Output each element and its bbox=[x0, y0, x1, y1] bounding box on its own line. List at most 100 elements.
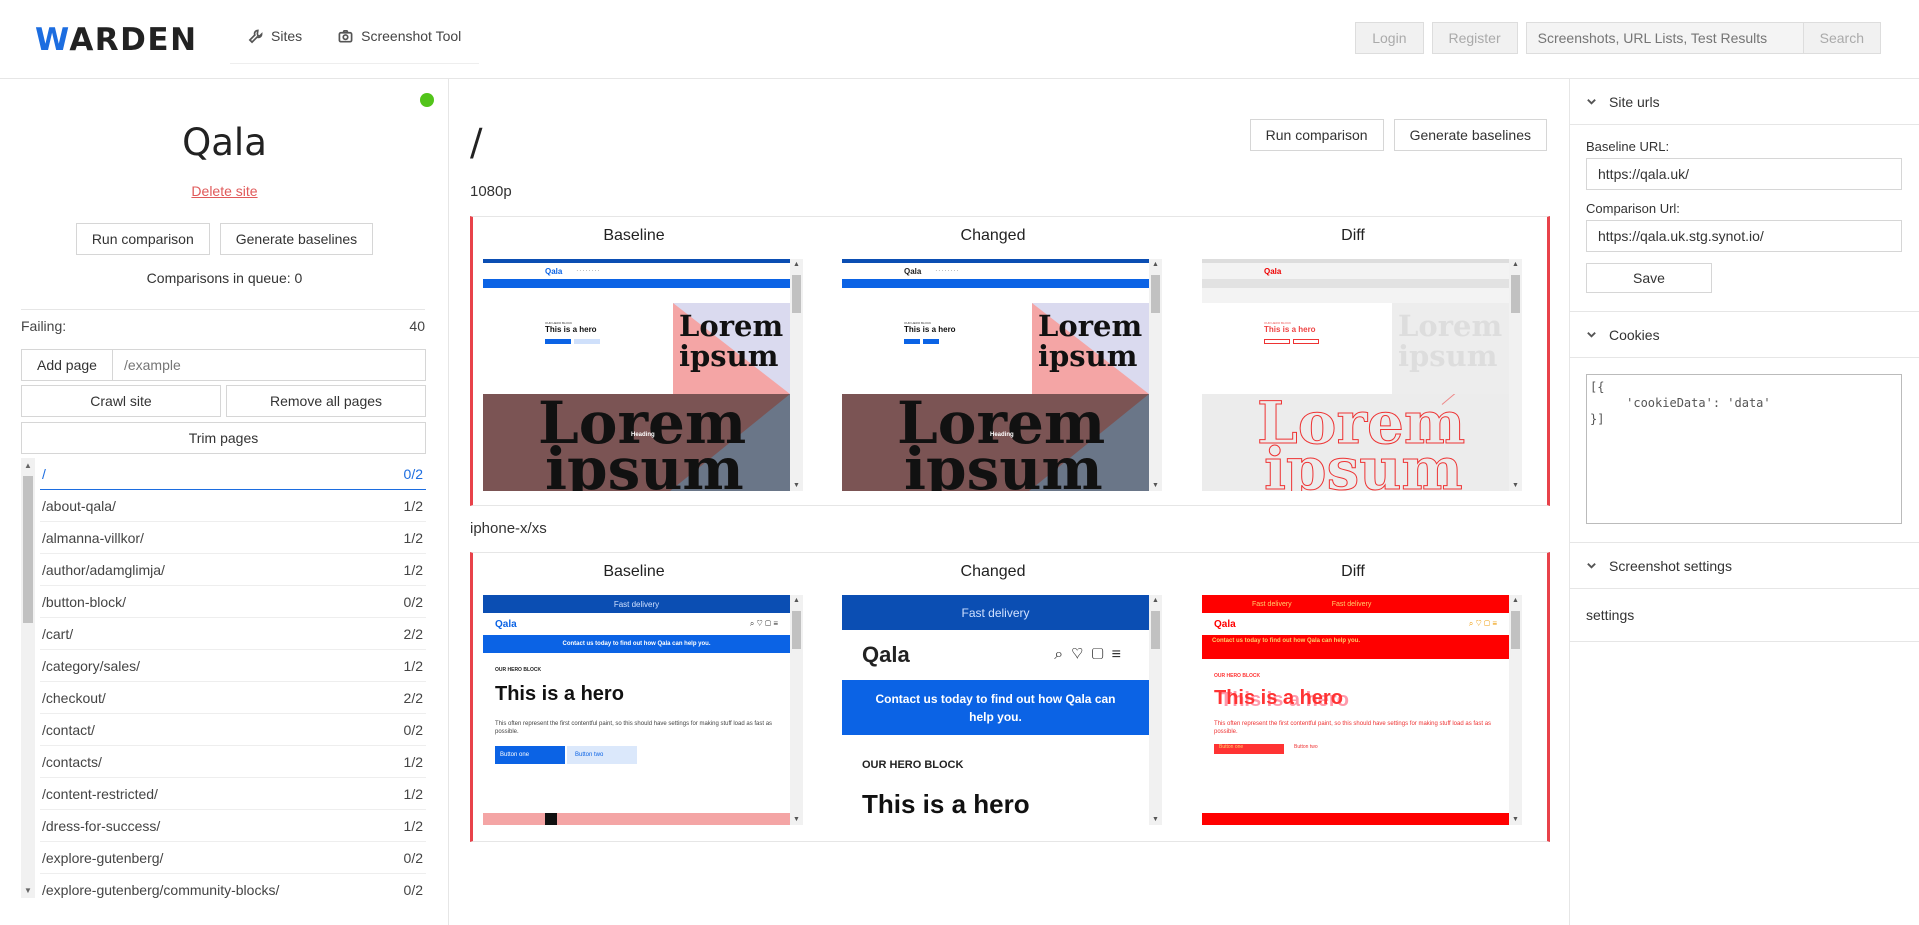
scrollbar-thumb[interactable] bbox=[23, 476, 33, 623]
page-list-item[interactable]: /author/adamglimja/1/2 bbox=[40, 554, 426, 586]
page-list-item[interactable]: /content-restricted/1/2 bbox=[40, 778, 426, 810]
page-path: /content-restricted/ bbox=[42, 785, 158, 802]
mock-heading: Heading bbox=[631, 432, 655, 438]
page-list-item[interactable]: /explore-gutenberg/community-blocks/0/2 bbox=[40, 874, 426, 898]
remove-all-pages-button[interactable]: Remove all pages bbox=[226, 385, 426, 417]
nav-item-sites[interactable]: Sites bbox=[230, 22, 320, 44]
run-comparison-button[interactable]: Run comparison bbox=[75, 223, 210, 255]
add-page-input[interactable] bbox=[111, 349, 426, 381]
register-button[interactable]: Register bbox=[1431, 22, 1518, 54]
page-list-item[interactable]: /cart/2/2 bbox=[40, 618, 426, 650]
site-urls-header[interactable]: Site urls bbox=[1570, 79, 1919, 125]
generate-baselines-button[interactable]: Generate baselines bbox=[1393, 119, 1547, 151]
save-button[interactable]: Save bbox=[1586, 263, 1712, 293]
section-title: Screenshot settings bbox=[1609, 557, 1732, 574]
failing-summary: Failing: 40 bbox=[21, 318, 425, 334]
mock-logo: Qala bbox=[495, 618, 517, 630]
screenshot-scrollbar[interactable]: ▲ ▼ bbox=[1149, 595, 1162, 825]
page-list-item[interactable]: /contacts/1/2 bbox=[40, 746, 426, 778]
add-page-button[interactable]: Add page bbox=[21, 349, 112, 381]
page-list-item[interactable]: /almanna-villkor/1/2 bbox=[40, 522, 426, 554]
mock-delivery-bar-2: Fast delivery bbox=[1331, 600, 1372, 608]
comparison-url-label: Comparison Url: bbox=[1586, 201, 1680, 216]
changed-screenshot[interactable]: Qala · · · · · · · · OUR HERO BLOCK This … bbox=[842, 259, 1162, 491]
page-list-item[interactable]: /explore-gutenberg/0/2 bbox=[40, 842, 426, 874]
cookies-header[interactable]: Cookies bbox=[1570, 312, 1919, 358]
run-comparison-button[interactable]: Run comparison bbox=[1249, 119, 1384, 151]
nav-item-screenshot-tool[interactable]: Screenshot Tool bbox=[320, 22, 479, 44]
column-title: Changed bbox=[960, 227, 1026, 244]
changed-screenshot[interactable]: Fast delivery Qala ⌕♡▢≡ Contact us today … bbox=[842, 595, 1162, 825]
page-path: / bbox=[42, 465, 46, 482]
screenshot-scrollbar[interactable]: ▲ ▼ bbox=[790, 595, 803, 825]
mock-ipsum: ipsum bbox=[1038, 339, 1138, 373]
page-score: 0/2 bbox=[403, 721, 423, 738]
page-path: /category/sales/ bbox=[42, 657, 141, 674]
top-bar: WARDEN Sites Screenshot Tool Login Regis… bbox=[0, 0, 1919, 79]
mock-hero-title: This is a hero bbox=[495, 683, 624, 705]
resolution-label: iphone-x/xs bbox=[470, 520, 547, 537]
page-score: 1/2 bbox=[403, 529, 423, 546]
cookies-textarea[interactable]: [{ 'cookieData': 'data' }] bbox=[1586, 374, 1902, 524]
scroll-up-icon[interactable]: ▲ bbox=[24, 461, 32, 470]
mock-button-one: Button one bbox=[495, 746, 565, 764]
logo-text: ARDEN bbox=[69, 22, 198, 58]
mock-lorem: Lorem bbox=[1038, 309, 1143, 343]
page-list-item[interactable]: /checkout/2/2 bbox=[40, 682, 426, 714]
delete-site-link[interactable]: Delete site bbox=[0, 183, 448, 199]
screenshot-scrollbar[interactable]: ▲ ▼ bbox=[1509, 595, 1522, 825]
mock-delivery-bar: Fast delivery bbox=[842, 595, 1149, 630]
login-button[interactable]: Login bbox=[1355, 22, 1424, 54]
page-score: 0/2 bbox=[403, 881, 423, 898]
mock-delivery-bar: Fast delivery bbox=[1252, 600, 1292, 608]
page-path: /contact/ bbox=[42, 721, 95, 738]
crawl-site-button[interactable]: Crawl site bbox=[21, 385, 221, 417]
page-list-item[interactable]: / 0/2 bbox=[40, 458, 426, 490]
page-list-item[interactable]: /contact/0/2 bbox=[40, 714, 426, 746]
mock-hero-title: This is a hero bbox=[545, 325, 597, 334]
screenshot-scrollbar[interactable]: ▲ ▼ bbox=[790, 259, 803, 491]
queue-status: Comparisons in queue: 0 bbox=[146, 270, 303, 286]
page-score: 1/2 bbox=[403, 561, 423, 578]
main-nav: Sites Screenshot Tool bbox=[230, 22, 480, 64]
site-actions: Run comparison Generate baselines bbox=[0, 223, 448, 255]
page-list-item[interactable]: /about-qala/1/2 bbox=[40, 490, 426, 522]
site-panel: Qala Delete site Run comparison Generate… bbox=[0, 79, 449, 925]
page-list-scrollbar[interactable]: ▲ ▼ bbox=[21, 458, 35, 898]
search-input[interactable] bbox=[1525, 22, 1804, 54]
app-logo[interactable]: WARDEN bbox=[35, 22, 198, 58]
mock-ipsum: ipsum bbox=[1398, 339, 1498, 373]
add-page-row: Add page bbox=[21, 349, 426, 381]
mock-lorem: Lorem bbox=[1398, 309, 1503, 343]
search-button[interactable]: Search bbox=[1803, 22, 1881, 54]
chevron-down-icon bbox=[1587, 332, 1596, 338]
screenshot-scrollbar[interactable]: ▲ ▼ bbox=[1509, 259, 1522, 491]
baseline-url-label: Baseline URL: bbox=[1586, 139, 1670, 154]
comparison-row-1080p: Baseline Qala · · · · · · · · OUR HERO BL… bbox=[470, 216, 1550, 506]
scroll-down-icon[interactable]: ▼ bbox=[24, 886, 32, 895]
generate-baselines-button[interactable]: Generate baselines bbox=[219, 223, 374, 255]
mock-hero-text: This often represent the first contentfu… bbox=[495, 721, 773, 735]
page-list-item[interactable]: /button-block/0/2 bbox=[40, 586, 426, 618]
page-list-items: /0/2/about-qala/1/2/almanna-villkor/1/2/… bbox=[40, 458, 426, 898]
comparison-url-input[interactable]: https://qala.uk.stg.synot.io/ bbox=[1586, 220, 1902, 252]
screenshot-scrollbar[interactable]: ▲ ▼ bbox=[1149, 259, 1162, 491]
mock-button-two: Button two bbox=[1294, 744, 1318, 750]
page-score: 1/2 bbox=[403, 817, 423, 834]
baseline-column: Baseline Qala · · · · · · · · OUR HERO BL… bbox=[473, 217, 803, 507]
baseline-screenshot[interactable]: Fast delivery Qala ⌕ ♡ ▢ ≡ Contact us tod… bbox=[483, 595, 803, 825]
baseline-screenshot[interactable]: Qala · · · · · · · · OUR HERO BLOCK This … bbox=[483, 259, 803, 491]
screenshot-settings-header[interactable]: Screenshot settings bbox=[1570, 543, 1919, 589]
trim-pages-button[interactable]: Trim pages bbox=[21, 422, 426, 454]
page-score: 1/2 bbox=[403, 753, 423, 770]
diff-screenshot[interactable]: Fast delivery Fast delivery Qala ⌕ ♡ ▢ ≡ C… bbox=[1202, 595, 1522, 825]
section-title: Cookies bbox=[1609, 326, 1660, 343]
page-list-item[interactable]: /dress-for-success/1/2 bbox=[40, 810, 426, 842]
page-score: 1/2 bbox=[403, 657, 423, 674]
diff-screenshot[interactable]: Qala OUR HERO BLOCK This is a hero Lorem… bbox=[1202, 259, 1522, 491]
page-list-item[interactable]: /category/sales/1/2 bbox=[40, 650, 426, 682]
mock-logo: Qala bbox=[1264, 266, 1282, 276]
baseline-url-input[interactable]: https://qala.uk/ bbox=[1586, 158, 1902, 190]
site-urls-section: Baseline URL: https://qala.uk/ Compariso… bbox=[1570, 125, 1919, 312]
mock-hero-title: This is a hero bbox=[862, 789, 1030, 819]
